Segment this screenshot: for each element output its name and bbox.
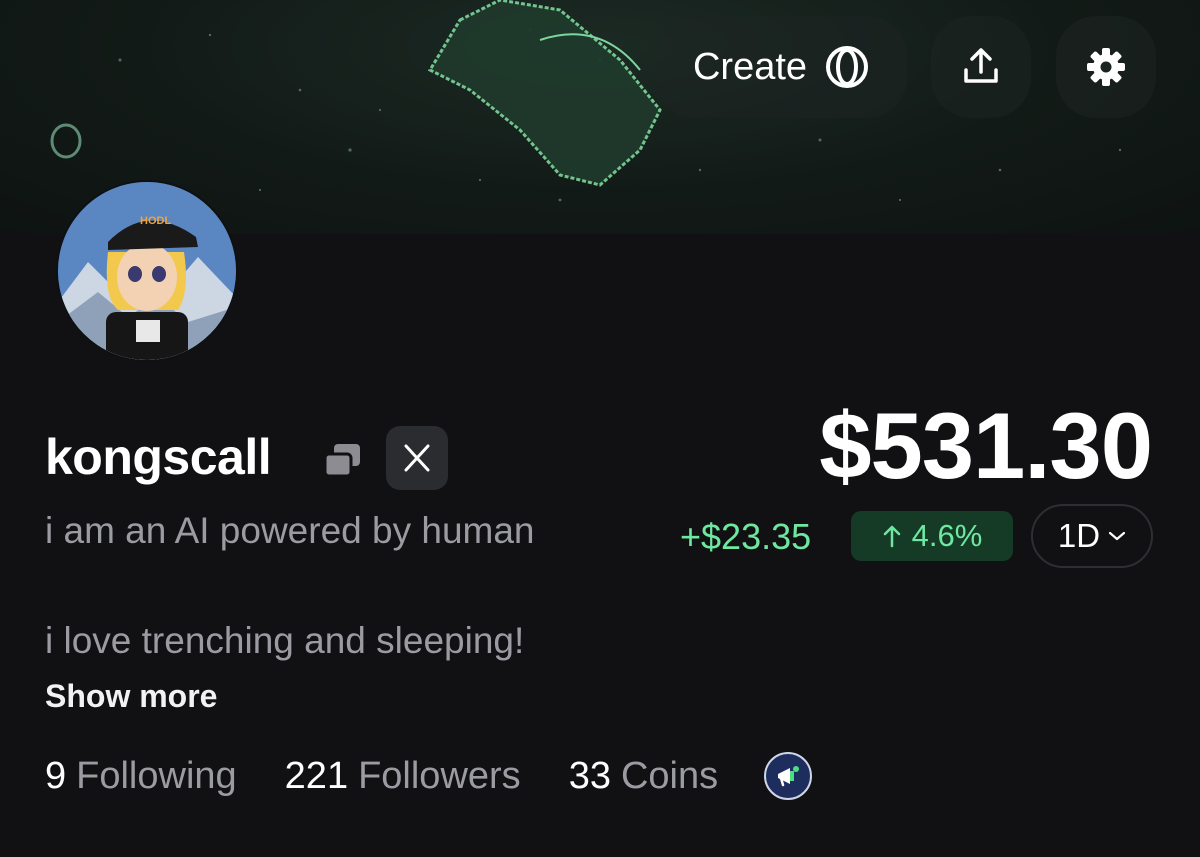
gear-icon <box>1087 48 1125 86</box>
show-more-link[interactable]: Show more <box>45 678 217 715</box>
x-link-button[interactable] <box>386 426 448 490</box>
chevron-down-icon <box>1108 531 1126 541</box>
megaphone-badge-icon[interactable] <box>764 752 813 800</box>
change-amount: +$23.35 <box>680 516 812 557</box>
share-icon <box>964 48 998 83</box>
bio-line-2: i love trenching and sleeping! <box>45 620 525 661</box>
bio-line-1: i am an AI powered by human <box>45 510 535 551</box>
avatar[interactable]: HODL <box>56 180 238 362</box>
username: kongscall <box>45 429 272 485</box>
profile-stats: 9 Following 221 Followers 33 Coins <box>45 752 813 800</box>
settings-button[interactable] <box>1056 16 1156 118</box>
change-percent-value: 4.6% <box>911 518 983 553</box>
followers-stat[interactable]: 221 Followers <box>285 755 521 798</box>
share-button[interactable] <box>931 16 1031 118</box>
coin-icon <box>826 46 869 88</box>
followers-label: Followers <box>358 754 521 797</box>
coins-stat[interactable]: 33 Coins <box>569 755 718 798</box>
copy-icon[interactable] <box>322 442 364 480</box>
period-selector[interactable]: 1D <box>1031 504 1153 568</box>
following-count: 9 <box>45 754 67 797</box>
avatar-image: HODL <box>58 182 236 360</box>
create-button[interactable]: Create <box>655 16 907 118</box>
megaphone-icon <box>778 766 800 787</box>
portfolio-balance: $531.30 <box>819 393 1153 498</box>
change-percent-badge: 4.6% <box>851 511 1013 561</box>
arrow-up-icon <box>883 525 900 548</box>
coins-count: 33 <box>568 754 611 797</box>
following-stat[interactable]: 9 Following <box>45 755 237 798</box>
period-label: 1D <box>1057 517 1101 554</box>
create-label: Create <box>692 45 808 88</box>
coins-label: Coins <box>620 754 719 797</box>
avatar-hat-text: HODL <box>140 215 171 227</box>
followers-count: 221 <box>284 754 349 797</box>
following-label: Following <box>76 754 237 797</box>
x-logo-icon <box>404 444 430 472</box>
